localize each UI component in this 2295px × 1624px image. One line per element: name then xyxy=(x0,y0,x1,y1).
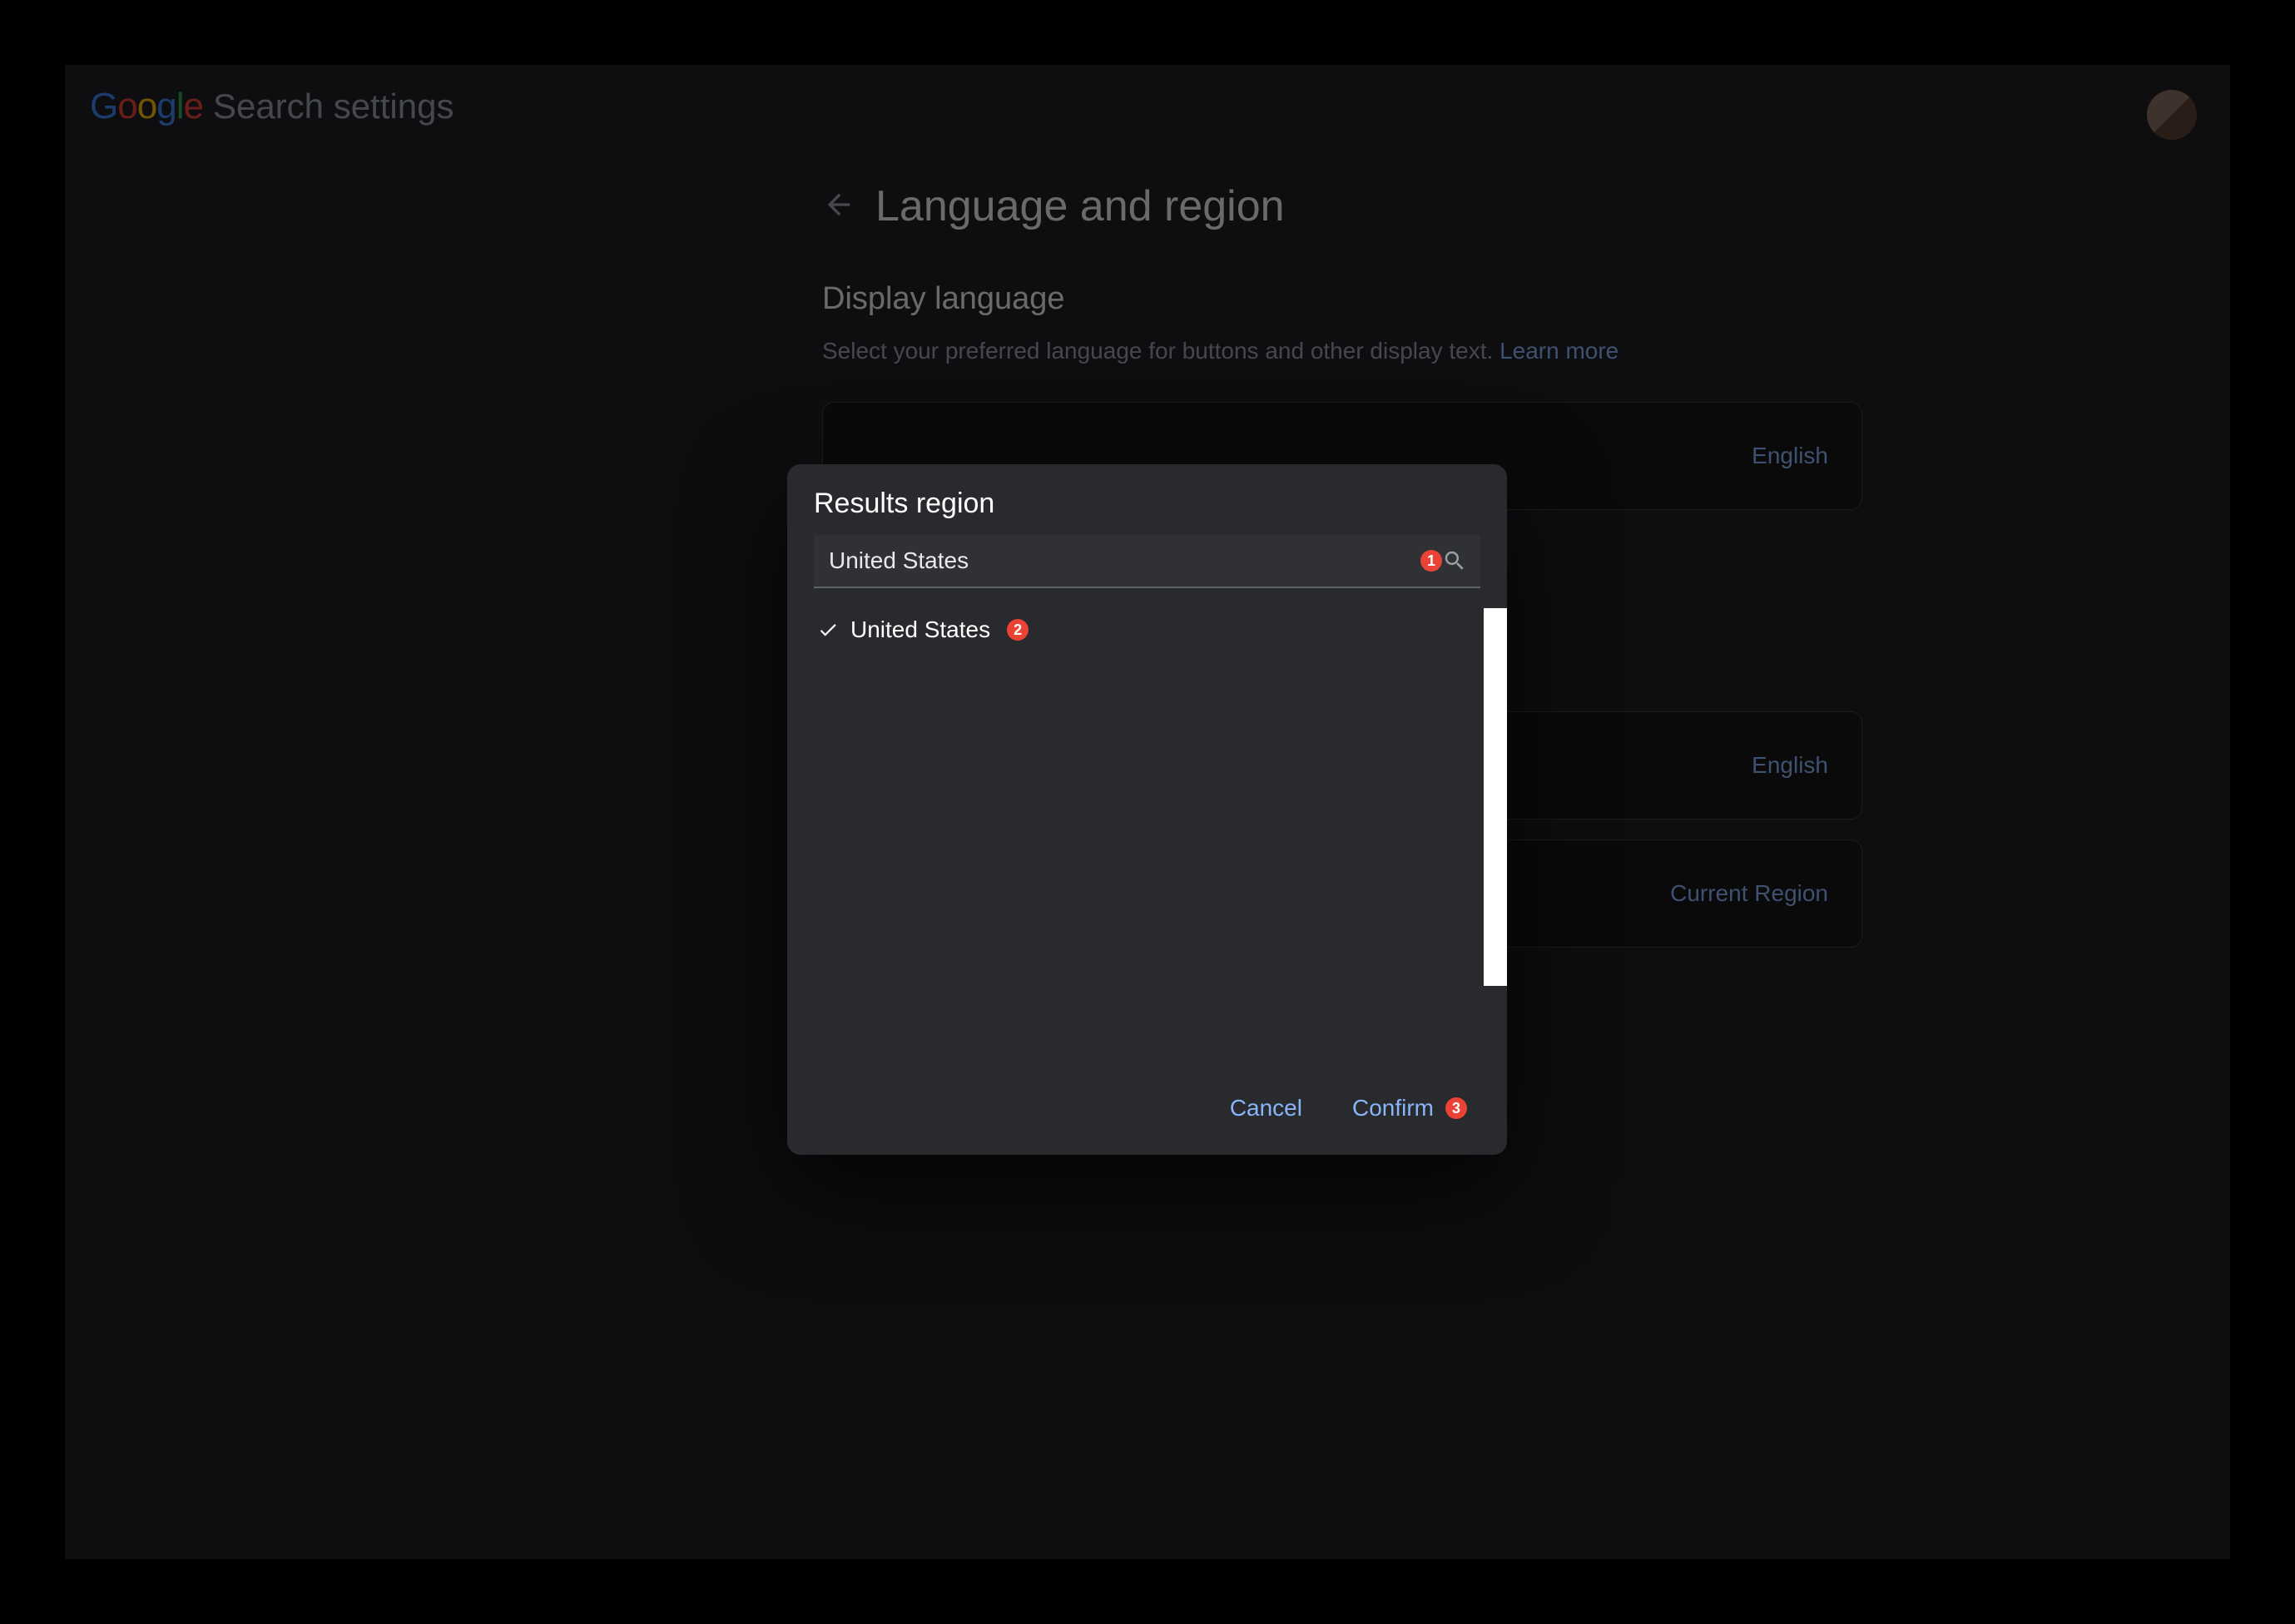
modal-list: United States 2 xyxy=(787,608,1507,1070)
cancel-label: Cancel xyxy=(1230,1095,1302,1121)
badge-2: 2 xyxy=(1007,619,1029,641)
badge-3: 3 xyxy=(1445,1097,1467,1119)
results-region-modal: Results region 1 United States 2 Cancel … xyxy=(787,464,1507,1155)
badge-1: 1 xyxy=(1420,550,1442,572)
modal-search[interactable]: 1 xyxy=(814,535,1480,588)
window: Google Search settings Language and regi… xyxy=(65,65,2230,1559)
list-item[interactable]: United States 2 xyxy=(817,608,1494,651)
cancel-button[interactable]: Cancel xyxy=(1230,1095,1302,1121)
confirm-label: Confirm xyxy=(1352,1095,1434,1121)
confirm-button[interactable]: Confirm 3 xyxy=(1352,1095,1467,1121)
modal-search-input[interactable] xyxy=(827,547,1415,575)
search-icon xyxy=(1442,548,1467,573)
scrollbar-thumb[interactable] xyxy=(1484,608,1507,986)
check-icon xyxy=(817,619,839,641)
modal-title: Results region xyxy=(787,488,1507,535)
list-item-label: United States xyxy=(850,616,990,643)
modal-actions: Cancel Confirm 3 xyxy=(787,1070,1507,1155)
